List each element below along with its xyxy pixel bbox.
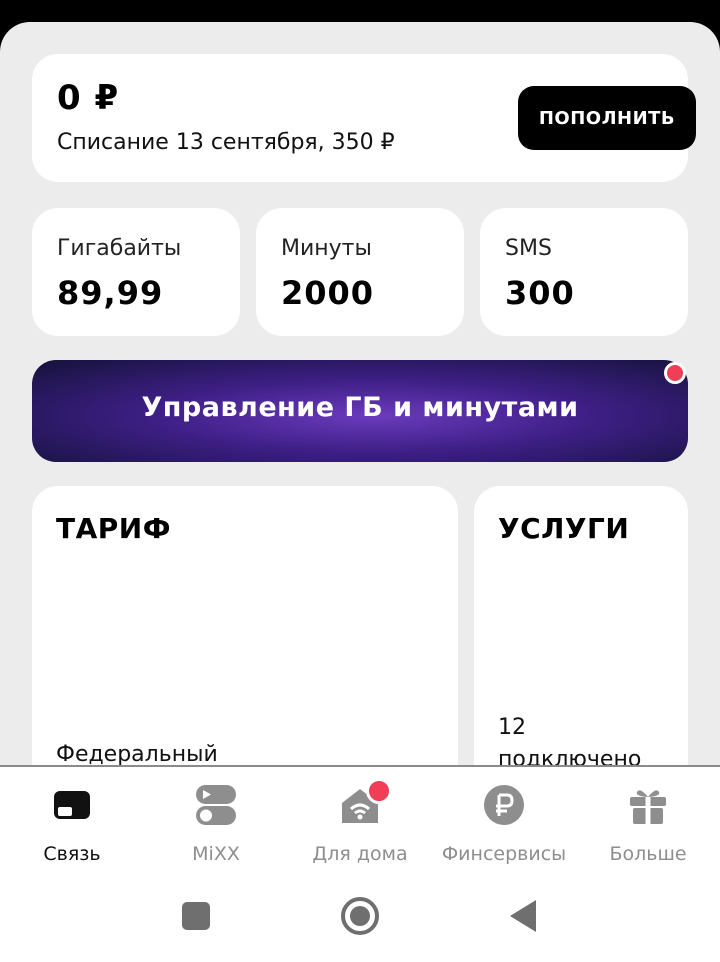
services-title: УСЛУГИ xyxy=(498,512,630,545)
gift-icon xyxy=(630,790,666,824)
stat-label: Минуты xyxy=(281,236,372,261)
sim-card-icon xyxy=(54,791,90,819)
stat-card-sms[interactable]: SMS 300 xyxy=(480,208,688,336)
home-circle-icon[interactable] xyxy=(340,896,380,936)
nav-item-mixx[interactable]: MiXX xyxy=(144,783,288,865)
nav-notification-badge xyxy=(366,778,392,804)
stat-card-minutes[interactable]: Минуты 2000 xyxy=(256,208,464,336)
stat-value: 300 xyxy=(505,274,575,312)
tariff-title: ТАРИФ xyxy=(56,512,171,545)
mixx-toggle-icon xyxy=(196,785,236,825)
tariff-name: Федеральный xyxy=(56,742,218,767)
nav-item-finservisy[interactable]: Финсервисы xyxy=(432,783,576,865)
nav-label: MiXX xyxy=(192,843,240,865)
balance-amount: 0 ₽ xyxy=(57,78,120,118)
charge-note: Списание 13 сентября, 350 ₽ xyxy=(57,130,395,155)
nav-label: Связь xyxy=(43,843,101,865)
stat-card-gigabytes[interactable]: Гигабайты 89,99 xyxy=(32,208,240,336)
nav-item-dlya-doma[interactable]: Для дома xyxy=(288,783,432,865)
manage-gb-minutes-banner[interactable]: Управление ГБ и минутами xyxy=(32,360,688,462)
stat-value: 2000 xyxy=(281,274,375,312)
ruble-coin-icon xyxy=(484,785,524,825)
balance-card[interactable]: 0 ₽ Списание 13 сентября, 350 ₽ пополнит… xyxy=(32,54,696,182)
nav-item-bolshe[interactable]: Больше xyxy=(576,783,720,865)
system-navigation-bar xyxy=(0,880,720,962)
nav-label: Для дома xyxy=(312,843,408,865)
stat-label: SMS xyxy=(505,236,552,261)
topup-button[interactable]: пополнить xyxy=(518,86,696,150)
notification-dot xyxy=(664,362,686,384)
services-count-number: 12 xyxy=(498,715,526,740)
stat-label: Гигабайты xyxy=(57,236,182,261)
back-triangle-icon[interactable] xyxy=(508,898,538,934)
nav-label: Больше xyxy=(609,843,687,865)
nav-label: Финсервисы xyxy=(441,843,567,865)
manage-banner-label: Управление ГБ и минутами xyxy=(141,392,579,423)
stat-value: 89,99 xyxy=(57,274,164,312)
recents-square-icon[interactable] xyxy=(180,900,212,932)
status-bar xyxy=(0,0,720,22)
nav-item-svyaz[interactable]: Связь xyxy=(0,783,144,865)
